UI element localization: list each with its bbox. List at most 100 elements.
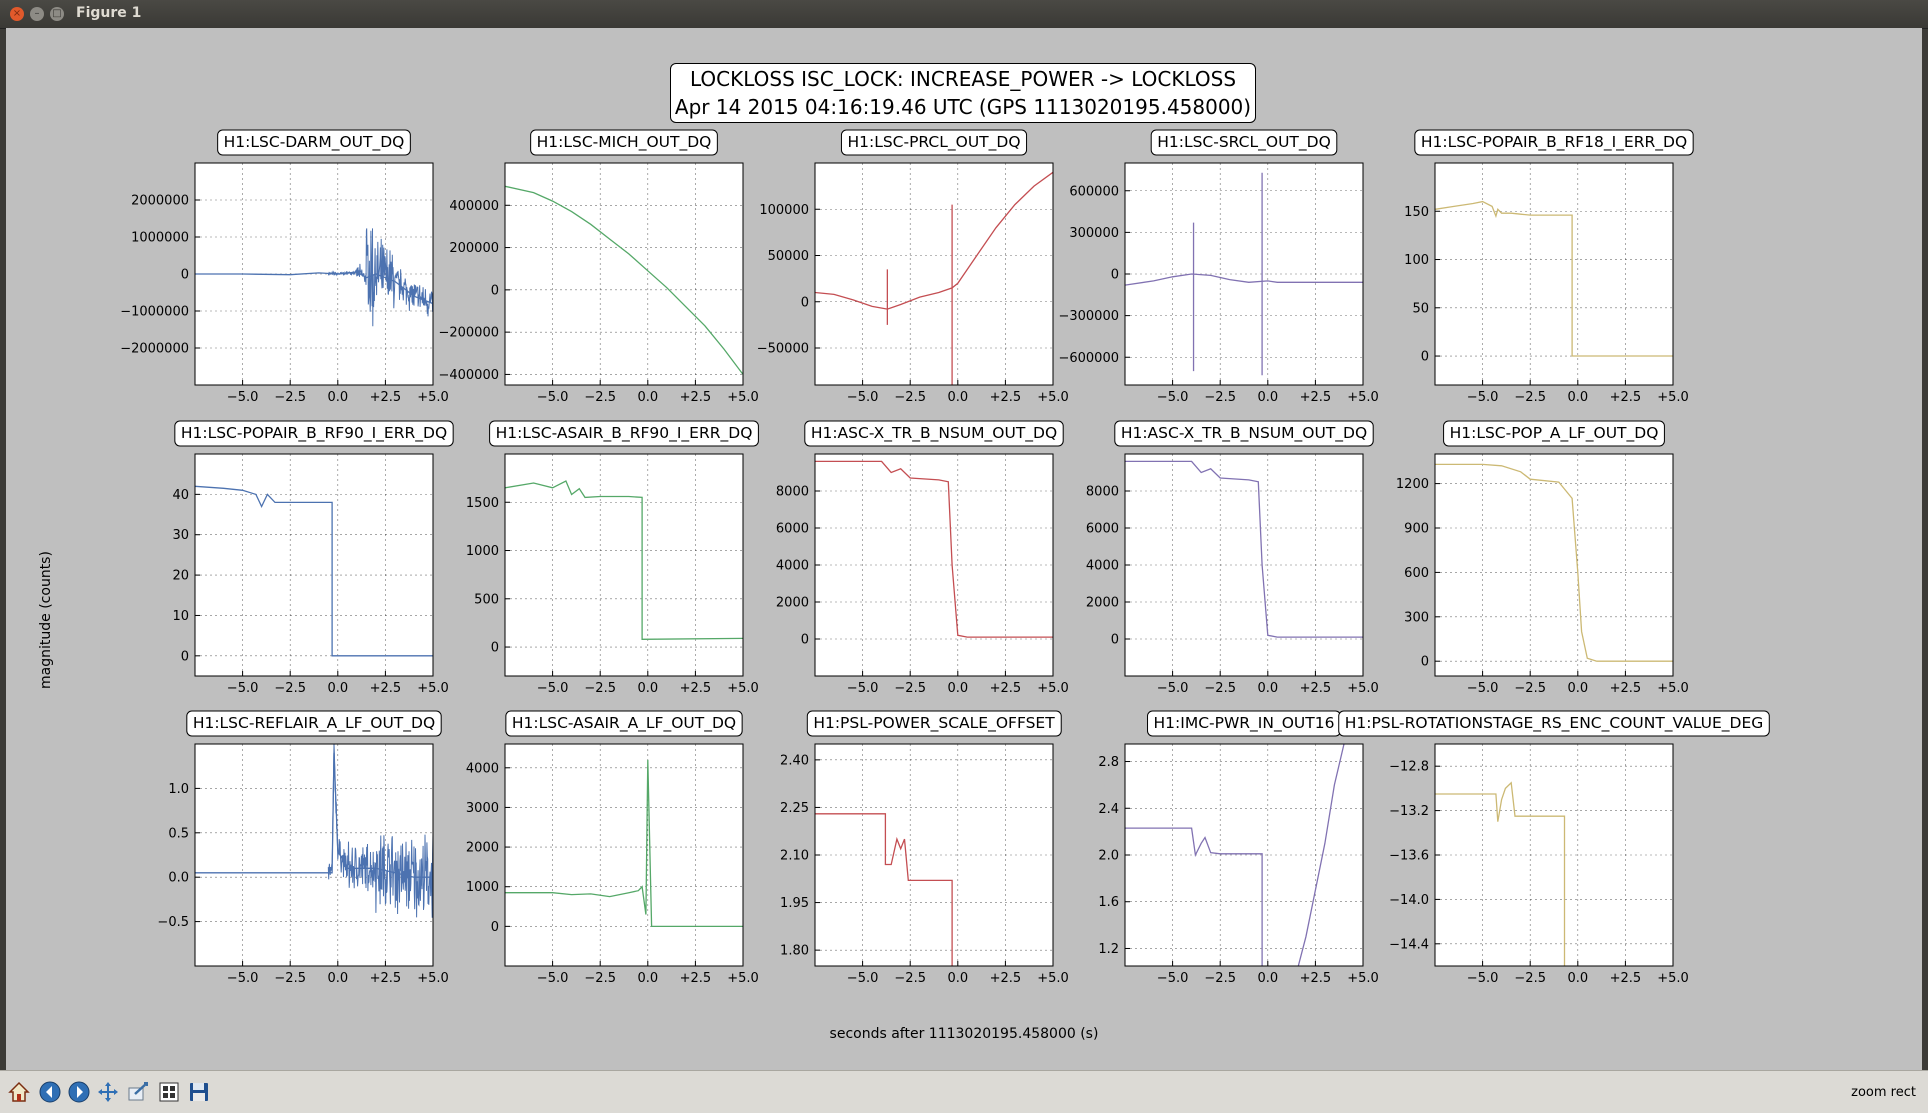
subplot-title: H1:LSC-REFLAIR_A_LF_OUT_DQ	[193, 714, 435, 733]
y-tick-label: 0	[491, 641, 499, 656]
y-tick-label: 8000	[1086, 485, 1119, 500]
y-tick-label: −12.8	[1389, 760, 1429, 775]
x-tick-label: −2.5	[274, 390, 306, 405]
y-tick-label: −14.0	[1389, 893, 1429, 908]
y-tick-label: 600000	[1069, 184, 1119, 199]
subplot-title: H1:LSC-DARM_OUT_DQ	[224, 133, 405, 152]
y-tick-label: 6000	[1086, 522, 1119, 537]
x-tick-label: +2.5	[680, 971, 712, 986]
x-tick-label: +5.0	[1037, 390, 1069, 405]
subplot-title: H1:LSC-SRCL_OUT_DQ	[1157, 133, 1331, 152]
y-tick-label: −400000	[438, 368, 499, 383]
x-tick-label: −5.0	[847, 390, 879, 405]
y-tick-label: 50	[1412, 301, 1429, 316]
subplot-title: H1:IMC-PWR_IN_OUT16	[1154, 714, 1335, 733]
home-icon[interactable]	[6, 1079, 32, 1105]
y-tick-label: 50000	[768, 249, 809, 264]
y-tick-label: 4000	[776, 559, 809, 574]
toolbar-status: zoom rect	[1851, 1085, 1916, 1100]
x-tick-label: 0.0	[637, 681, 658, 696]
x-tick-label: −5.0	[1157, 390, 1189, 405]
y-tick-label: −50000	[757, 342, 809, 357]
x-tick-label: +2.5	[1610, 390, 1642, 405]
y-tick-label: 200000	[449, 241, 499, 256]
y-tick-label: 3000	[466, 801, 499, 816]
x-tick-label: 0.0	[1567, 681, 1588, 696]
y-tick-label: 1.0	[168, 782, 189, 797]
subplot-15: −5.0 −2.5 0.0 +2.5 +5.0 −14.4 −14.0 −13.6 −13.2 −…	[1389, 743, 1689, 986]
figure-ylabel: magnitude (counts)	[38, 551, 54, 689]
subplot-2: −5.0 −2.5 0.0 +2.5 +5.0 −400000 −200000 0 200000…	[438, 162, 759, 405]
y-tick-label: 2.0	[1098, 849, 1119, 864]
x-tick-label: 0.0	[947, 681, 968, 696]
x-tick-label: +5.0	[417, 681, 449, 696]
subplot-title: H1:LSC-POP_A_LF_OUT_DQ	[1450, 424, 1659, 443]
y-tick-label: 20	[172, 569, 189, 584]
x-tick-label: −5.0	[1157, 681, 1189, 696]
figure-xlabel: seconds after 1113020195.458000 (s)	[829, 1026, 1099, 1042]
subplot-9: −5.0 −2.5 0.0 +2.5 +5.0 0 2000 4000 6000 8000	[1086, 453, 1379, 696]
save-icon[interactable]	[186, 1079, 212, 1105]
subplot-3: −5.0 −2.5 0.0 +2.5 +5.0 −50000 0 50000 100000	[757, 162, 1069, 405]
x-tick-label: +2.5	[680, 390, 712, 405]
x-tick-label: 0.0	[637, 971, 658, 986]
y-tick-label: 100000	[759, 203, 809, 218]
x-tick-label: −5.0	[1157, 971, 1189, 986]
x-tick-label: +5.0	[1037, 971, 1069, 986]
x-tick-label: +2.5	[1300, 390, 1332, 405]
y-tick-label: 0	[181, 649, 189, 664]
y-tick-label: 4000	[466, 761, 499, 776]
x-tick-label: −2.5	[1514, 681, 1546, 696]
x-tick-label: −2.5	[274, 971, 306, 986]
subplot-6: −5.0 −2.5 0.0 +2.5 +5.0 0 10 20 30 40	[172, 453, 449, 696]
back-icon[interactable]	[37, 1079, 63, 1105]
y-tick-label: 0	[1421, 655, 1429, 670]
suptitle-line-1: LOCKLOSS ISC_LOCK: INCREASE_POWER -> LOC…	[689, 67, 1237, 91]
subplot-8: −5.0 −2.5 0.0 +2.5 +5.0 0 2000 4000 6000 8000	[776, 453, 1069, 696]
y-tick-label: 1000	[466, 880, 499, 895]
x-tick-label: 0.0	[1257, 681, 1278, 696]
subplot-title: H1:LSC-MICH_OUT_DQ	[537, 133, 712, 152]
zoom-icon[interactable]	[125, 1079, 151, 1105]
plot-area	[195, 454, 433, 676]
y-tick-label: −600000	[1058, 351, 1119, 366]
x-tick-label: 0.0	[1567, 971, 1588, 986]
x-tick-label: +5.0	[1037, 681, 1069, 696]
y-tick-label: 400000	[449, 199, 499, 214]
y-tick-label: 1.80	[780, 944, 809, 959]
pan-icon[interactable]	[95, 1079, 121, 1105]
y-tick-label: −13.2	[1389, 804, 1429, 819]
x-tick-label: +2.5	[370, 971, 402, 986]
subplots-icon[interactable]	[156, 1079, 182, 1105]
x-tick-label: −5.0	[227, 971, 259, 986]
subplot-title: H1:LSC-POPAIR_B_RF90_I_ERR_DQ	[181, 424, 447, 443]
subplot-title: H1:ASC-X_TR_B_NSUM_OUT_DQ	[1121, 424, 1367, 443]
plot-area	[505, 454, 743, 676]
x-tick-label: +5.0	[1347, 681, 1379, 696]
x-tick-label: +2.5	[1610, 971, 1642, 986]
x-tick-label: 0.0	[1257, 390, 1278, 405]
x-tick-label: +2.5	[990, 971, 1022, 986]
x-tick-label: −2.5	[274, 681, 306, 696]
y-tick-label: 2000	[776, 596, 809, 611]
x-tick-label: +2.5	[370, 390, 402, 405]
y-tick-label: −2000000	[120, 342, 189, 357]
x-tick-label: −5.0	[227, 390, 259, 405]
x-tick-label: +2.5	[990, 681, 1022, 696]
x-tick-label: −5.0	[847, 971, 879, 986]
y-tick-label: 0	[491, 920, 499, 935]
y-tick-label: 0	[1111, 633, 1119, 648]
x-tick-label: +2.5	[990, 390, 1022, 405]
subplot-title: H1:ASC-X_TR_B_NSUM_OUT_DQ	[811, 424, 1057, 443]
y-tick-label: 600	[1404, 566, 1429, 581]
subplot-title: H1:PSL-ROTATIONSTAGE_RS_ENC_COUNT_VALUE_…	[1345, 714, 1764, 733]
x-tick-label: −5.0	[537, 971, 569, 986]
y-tick-label: 100	[1404, 253, 1429, 268]
forward-icon[interactable]	[66, 1079, 92, 1105]
y-tick-label: −13.6	[1389, 849, 1429, 864]
subplot-grid: −5.0 −2.5 0.0 +2.5 +5.0−2000000−100000001000…	[120, 129, 1770, 986]
plot-area	[1435, 163, 1673, 385]
y-tick-label: 1.6	[1098, 895, 1119, 910]
x-tick-label: −5.0	[847, 681, 879, 696]
y-tick-label: 2.4	[1098, 802, 1119, 817]
